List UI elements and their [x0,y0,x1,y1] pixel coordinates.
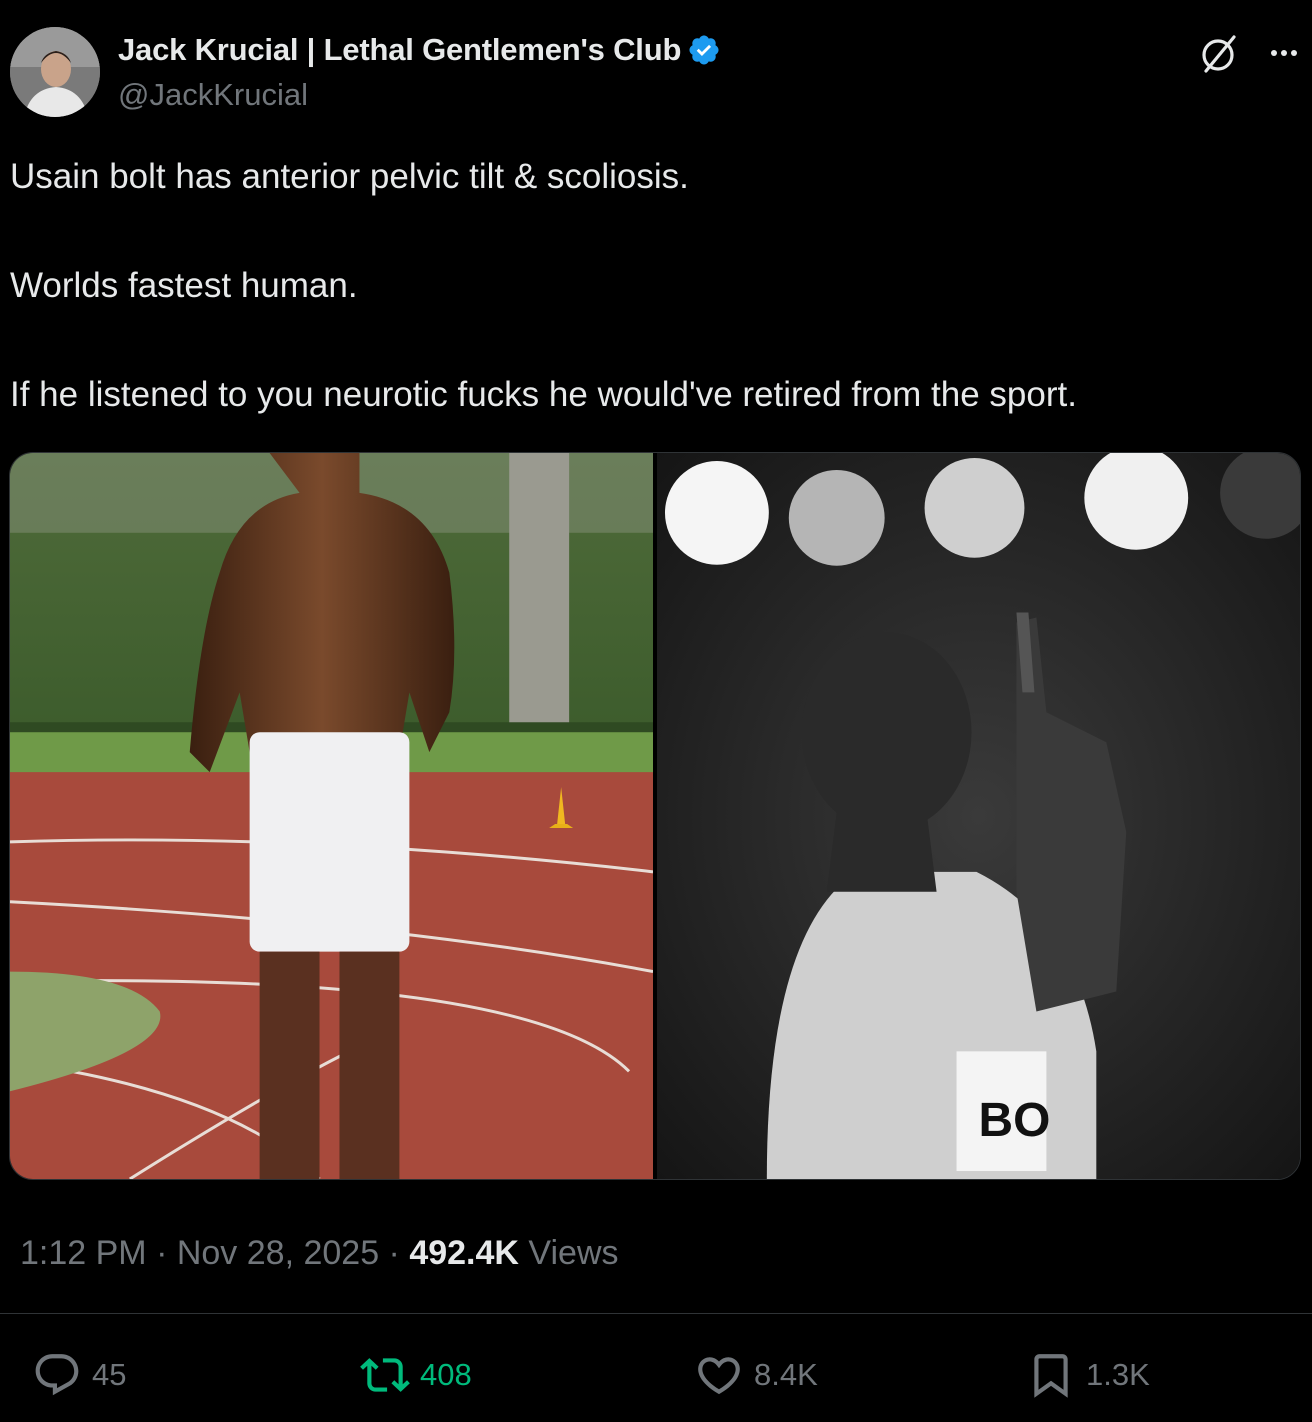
reply-count: 45 [92,1357,127,1392]
like-button[interactable]: 8.4K [694,1340,818,1410]
bookmark-icon [1034,1354,1068,1398]
repost-count: 408 [420,1357,472,1392]
reply-icon [35,1354,79,1396]
author-handle[interactable]: @JackKrucial [118,77,308,113]
media-grid: BO [9,452,1301,1180]
media-photo-2[interactable]: BO [657,453,1300,1179]
bookmark-button[interactable]: 1.3K [1026,1340,1150,1410]
tweet-header: Jack Krucial | Lethal Gentlemen's Club @… [10,27,1302,119]
like-count: 8.4K [754,1357,818,1392]
tweet-date[interactable]: Nov 28, 2025 [177,1234,379,1272]
photo-icon: BO [657,453,1300,1179]
tweet-text: Usain bolt has anterior pelvic tilt & sc… [10,150,1302,422]
photo-icon [10,453,653,1179]
bookmark-count: 1.3K [1086,1357,1150,1392]
views-label: Views [518,1234,619,1272]
tweet-paragraph: Worlds fastest human. [10,266,358,305]
more-options-button[interactable] [1262,31,1306,75]
reply-button[interactable]: 45 [32,1340,126,1410]
repost-icon [360,1358,410,1392]
bib-text: BO [979,1094,1051,1147]
avatar[interactable] [10,27,100,117]
action-bar: 45 408 8.4K 1.3K [0,1340,1312,1410]
views-count: 492.4K [409,1234,519,1272]
author-name[interactable]: Jack Krucial | Lethal Gentlemen's Club [118,32,681,68]
heart-icon [698,1357,740,1395]
tweet-paragraph: If he listened to you neurotic fucks he … [10,375,1077,414]
media-photo-1[interactable] [10,453,653,1179]
tweet-time[interactable]: 1:12 PM [20,1234,147,1272]
grok-button[interactable] [1196,31,1240,75]
divider [0,1313,1312,1314]
tweet-meta: 1:12 PM · Nov 28, 2025 · 492.4K Views [20,1234,619,1272]
verified-badge-icon [689,35,719,65]
tweet-paragraph: Usain bolt has anterior pelvic tilt & sc… [10,157,689,196]
more-horizontal-icon [1271,50,1297,56]
repost-button[interactable]: 408 [360,1340,472,1410]
grok-icon [1202,35,1236,73]
